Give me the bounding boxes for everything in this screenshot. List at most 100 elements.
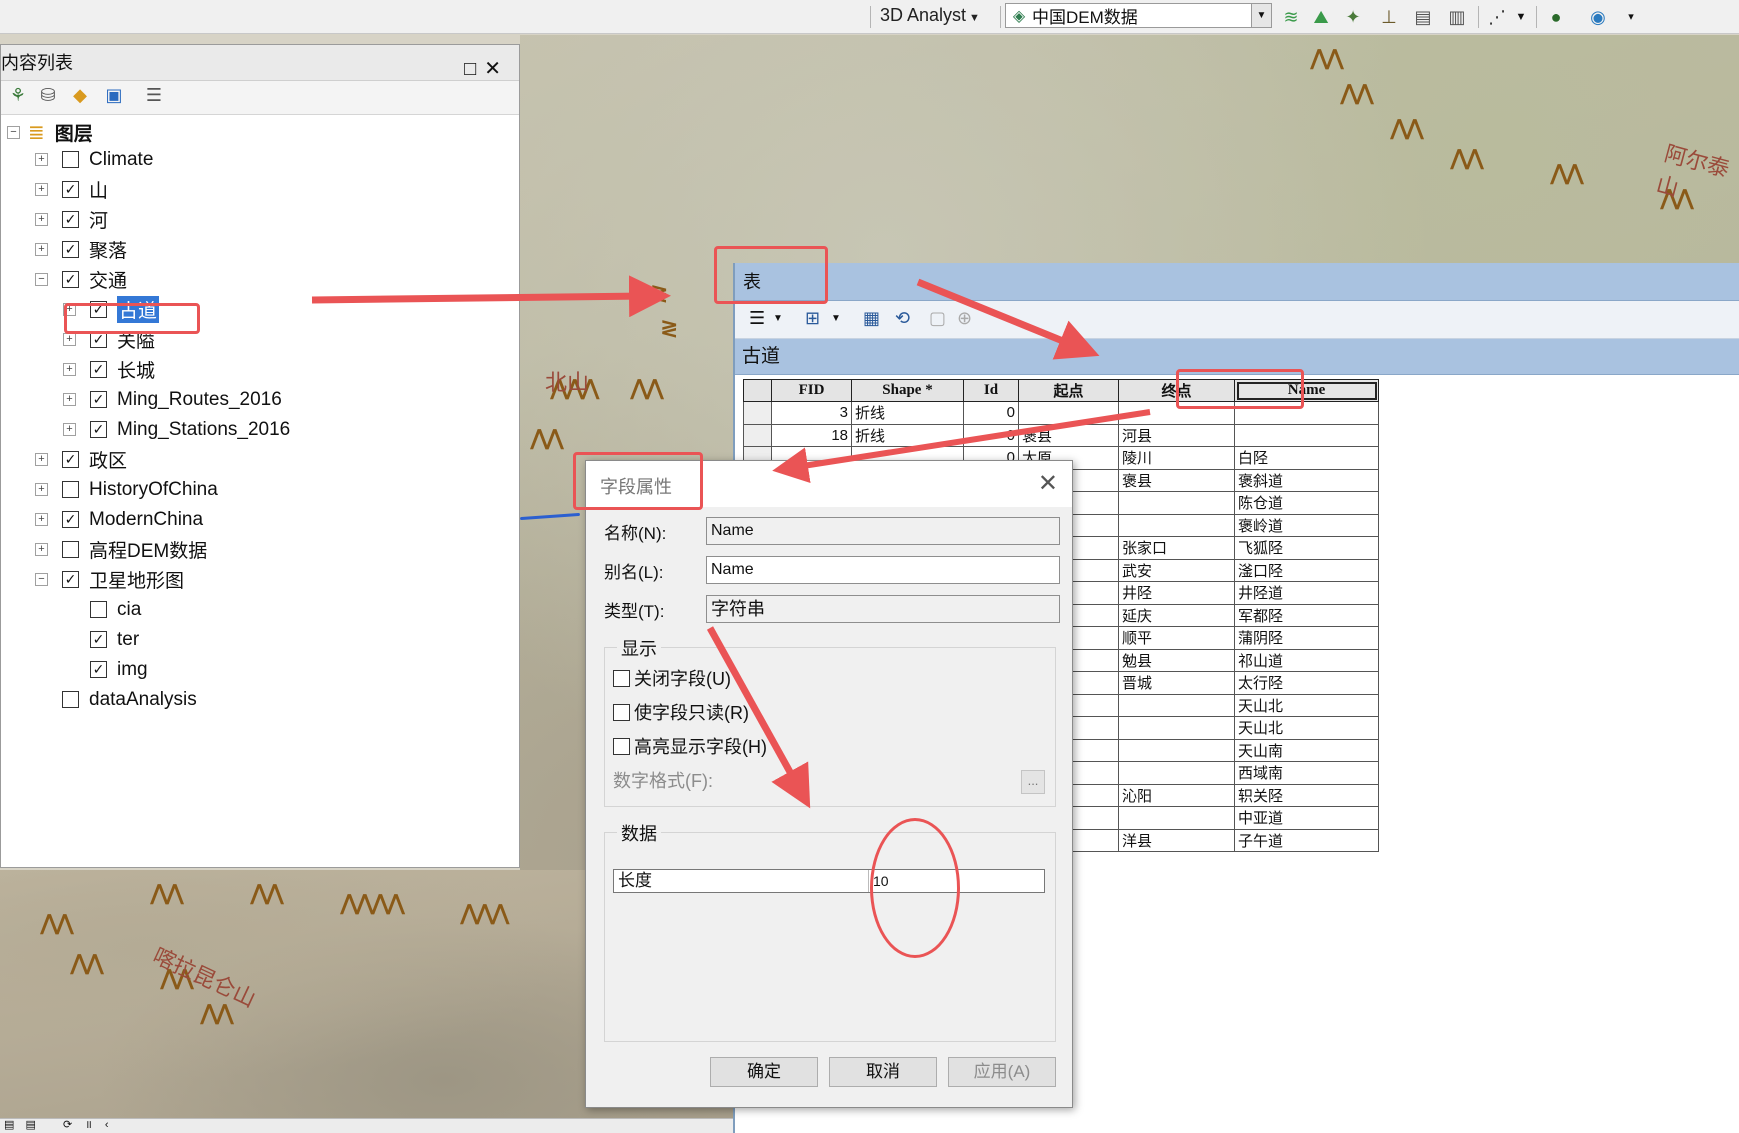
table-cell[interactable]: 陈仓道 [1234, 491, 1379, 515]
table-cell[interactable] [1018, 401, 1119, 425]
table-cell[interactable]: 天山南 [1234, 738, 1379, 762]
layer-item[interactable]: + ✓ Ming_Stations_2016 [63, 416, 290, 443]
expand-icon[interactable]: + [35, 543, 48, 556]
layer-item[interactable]: cia [63, 596, 141, 623]
apply-button[interactable]: 应用(A) [948, 1057, 1056, 1087]
table-cell[interactable] [1118, 716, 1235, 740]
table-cell[interactable]: 河县 [1118, 423, 1235, 447]
table-cell[interactable]: 延庆 [1118, 603, 1235, 627]
layer-visibility-checkbox[interactable]: ✓ [90, 661, 107, 678]
table-cell[interactable]: 沁阳 [1118, 783, 1235, 807]
slope-icon[interactable]: ⛰ [1308, 4, 1334, 30]
table-cell[interactable]: 陵川 [1118, 446, 1235, 470]
table-cell[interactable]: 轵关陉 [1234, 783, 1379, 807]
table-cell[interactable]: 井陉 [1118, 581, 1235, 605]
interpolate-icon[interactable]: ▤ [1410, 4, 1436, 30]
column-header-start[interactable]: 起点 [1018, 379, 1119, 402]
table-cell[interactable]: 勉县 [1118, 648, 1235, 672]
row-header[interactable] [743, 423, 772, 447]
table-cell[interactable]: 祁山道 [1234, 648, 1379, 672]
layer-visibility-checkbox[interactable]: ✓ [62, 571, 79, 588]
table-cell[interactable]: 褒斜道 [1234, 468, 1379, 492]
contour-icon[interactable]: ≋ [1278, 4, 1304, 30]
dropdown-caret-icon[interactable]: ▼ [1508, 4, 1534, 30]
point-profile-icon[interactable]: ⊥ [1376, 4, 1402, 30]
clear-selection-icon[interactable]: ▢ [929, 308, 946, 329]
collapse-icon[interactable]: − [35, 573, 48, 586]
table-cell[interactable] [1118, 806, 1235, 830]
layer-item[interactable]: + ✓ Ming_Routes_2016 [63, 386, 282, 413]
collapse-icon[interactable]: − [35, 273, 48, 286]
table-cell[interactable]: 西域南 [1234, 761, 1379, 785]
layer-item[interactable]: + ✓ 山 [35, 176, 108, 203]
table-cell[interactable]: 3 [771, 401, 852, 425]
layer-item[interactable]: + 高程DEM数据 [35, 536, 207, 563]
arcglobe-icon[interactable]: ◉ [1585, 4, 1611, 30]
related-tables-icon[interactable]: ⊞ [805, 308, 820, 329]
table-options-icon[interactable]: ☰ [749, 308, 765, 329]
expand-icon[interactable]: + [35, 453, 48, 466]
table-cell[interactable]: 军都陉 [1234, 603, 1379, 627]
column-header-shape[interactable]: Shape * [851, 379, 964, 402]
column-header-id[interactable]: Id [963, 379, 1019, 402]
list-by-drawing-order-icon[interactable]: ⚘ [5, 85, 31, 106]
name-field[interactable]: Name [706, 517, 1060, 545]
table-row[interactable]: 18 折线 0 褒县 河县 [743, 423, 1379, 447]
layer-visibility-checkbox[interactable]: ✓ [90, 361, 107, 378]
table-cell[interactable]: 0 [963, 401, 1019, 425]
highlight-field-option[interactable]: 高亮显示字段(H) [613, 733, 767, 759]
length-property-row[interactable]: 长度 10 [613, 869, 1045, 893]
table-cell[interactable] [1118, 761, 1235, 785]
aspect-icon[interactable]: ✦ [1340, 4, 1366, 30]
pause-icon[interactable]: ॥ [85, 1119, 92, 1131]
table-cell[interactable] [1118, 491, 1235, 515]
layer-visibility-checkbox[interactable]: ✓ [90, 391, 107, 408]
layer-item[interactable]: − ✓ 交通 [35, 266, 127, 293]
table-cell[interactable]: 褒岭道 [1234, 513, 1379, 537]
table-cell[interactable]: 天山北 [1234, 693, 1379, 717]
hide-field-checkbox[interactable] [613, 669, 630, 687]
table-cell[interactable] [1234, 423, 1379, 447]
table-cell[interactable]: 折线 [851, 423, 964, 447]
expand-icon[interactable]: + [63, 333, 76, 346]
layer-item[interactable]: + ✓ ModernChina [35, 506, 203, 533]
layer-item[interactable]: ✓ ter [63, 626, 139, 653]
table-cell[interactable]: 滏口陉 [1234, 558, 1379, 582]
highlight-field-checkbox[interactable] [613, 737, 630, 755]
layers-root[interactable]: − ≣ 图层 [7, 119, 93, 146]
layer-item[interactable]: + ✓ 聚落 [35, 236, 127, 263]
layer-item[interactable]: + ✓ 政区 [35, 446, 127, 473]
cancel-button[interactable]: 取消 [829, 1057, 937, 1087]
collapse-icon[interactable]: − [7, 126, 20, 139]
layer-item[interactable]: dataAnalysis [35, 686, 197, 713]
alias-field[interactable]: Name [706, 556, 1060, 584]
maximize-icon[interactable]: □ [464, 58, 484, 80]
list-by-visibility-icon[interactable]: ◆ [67, 85, 93, 106]
layer-dropdown[interactable]: ◈ 中国DEM数据 ▼ [1005, 3, 1272, 28]
zoom-to-selected-icon[interactable]: ⊕ [957, 308, 972, 329]
layer-visibility-checkbox[interactable] [62, 691, 79, 708]
chevron-down-icon[interactable]: ▼ [1251, 4, 1271, 27]
expand-icon[interactable]: + [63, 363, 76, 376]
layer-item[interactable]: ✓ img [63, 656, 148, 683]
dropdown-caret-icon[interactable]: ▼ [773, 313, 783, 324]
table-cell[interactable]: 子午道 [1234, 828, 1379, 852]
list-by-selection-icon[interactable]: ▣ [101, 85, 127, 106]
readonly-field-option[interactable]: 使字段只读(R) [613, 699, 749, 725]
layer-visibility-checkbox[interactable]: ✓ [62, 271, 79, 288]
select-by-attributes-icon[interactable]: ▦ [863, 308, 880, 329]
list-by-source-icon[interactable]: ⛁ [35, 85, 61, 106]
table-cell[interactable]: 天山北 [1234, 716, 1379, 740]
table-cell[interactable]: 晋城 [1118, 671, 1235, 695]
expand-icon[interactable]: + [35, 483, 48, 496]
expand-icon[interactable]: + [35, 153, 48, 166]
layer-visibility-checkbox[interactable]: ✓ [62, 511, 79, 528]
table-cell[interactable] [1118, 693, 1235, 717]
scatter-plot-icon[interactable]: ⋰ [1484, 4, 1510, 30]
layer-visibility-checkbox[interactable] [62, 481, 79, 498]
close-icon[interactable]: ✕ [484, 58, 509, 80]
expand-icon[interactable]: + [35, 183, 48, 196]
row-header[interactable] [743, 401, 772, 425]
ok-button[interactable]: 确定 [710, 1057, 818, 1087]
table-cell[interactable] [1118, 513, 1235, 537]
